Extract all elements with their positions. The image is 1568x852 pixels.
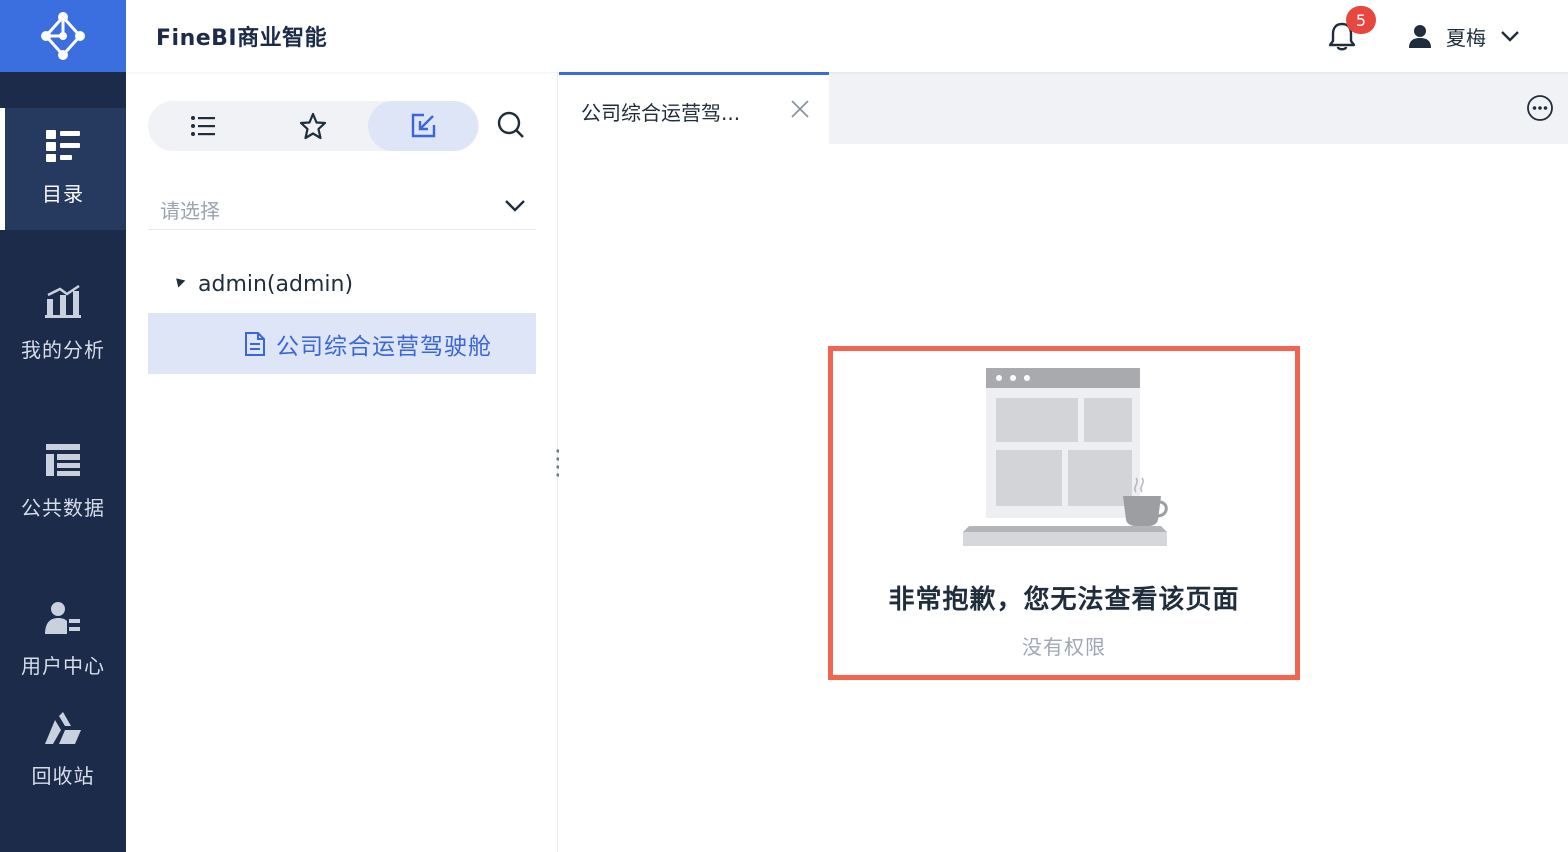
nav-item-label: 公共数据	[21, 496, 105, 520]
nav-item-catalog[interactable]: 目录	[0, 108, 126, 230]
analysis-chart-icon	[43, 282, 83, 322]
top-header: FineBI商业智能 5 夏梅	[126, 0, 1568, 72]
list-view-button[interactable]	[148, 101, 258, 151]
nav-item-recycle-bin[interactable]: 回收站	[0, 708, 126, 789]
user-menu[interactable]: 夏梅	[1408, 22, 1520, 50]
recycle-icon	[43, 708, 83, 748]
user-center-icon	[43, 598, 83, 638]
list-icon	[191, 116, 215, 136]
created-view-button[interactable]	[368, 101, 478, 151]
more-dots-icon	[1527, 95, 1553, 121]
nav-item-my-analysis[interactable]: 我的分析	[0, 282, 126, 363]
side-nav-rail: 目录 我的分析 公共数据 用户中心 回收站	[0, 0, 126, 852]
user-icon	[1409, 25, 1431, 48]
tab-bar: 公司综合运营驾...	[559, 72, 1568, 144]
favorites-view-button[interactable]	[258, 101, 368, 151]
app-title: FineBI商业智能	[156, 26, 328, 51]
catalog-icon	[43, 126, 83, 166]
user-name: 夏梅	[1446, 25, 1486, 50]
more-options-button[interactable]	[1526, 94, 1554, 122]
nav-item-label: 我的分析	[21, 338, 105, 362]
nav-item-user-center[interactable]: 用户中心	[0, 598, 126, 679]
star-icon	[299, 112, 327, 140]
document-icon	[245, 331, 265, 356]
no-access-illustration	[963, 368, 1168, 546]
logo-icon	[41, 12, 85, 60]
nav-item-label: 目录	[42, 182, 84, 206]
tab-dashboard[interactable]: 公司综合运营驾...	[559, 72, 829, 144]
caret-expanded-icon	[172, 274, 186, 288]
no-permission-notice: 非常抱歉，您无法查看该页面 没有权限	[828, 346, 1300, 680]
tree-node-label: admin(admin)	[198, 271, 354, 297]
select-placeholder: 请选择	[160, 199, 220, 223]
notification-count-badge: 5	[1346, 6, 1376, 34]
tree-item-dashboard[interactable]: 公司综合运营驾驶舱	[148, 313, 536, 374]
directory-select[interactable]: 请选择	[148, 187, 536, 230]
chevron-down-icon	[1501, 31, 1519, 42]
nav-item-public-data[interactable]: 公共数据	[0, 440, 126, 521]
nav-item-label: 用户中心	[21, 654, 105, 678]
search-icon	[497, 111, 524, 138]
notice-subtitle: 没有权限	[1022, 635, 1106, 659]
view-switcher	[148, 101, 479, 151]
tree-item-label: 公司综合运营驾驶舱	[276, 333, 492, 360]
public-data-icon	[43, 440, 83, 480]
notice-title: 非常抱歉，您无法查看该页面	[888, 585, 1240, 615]
search-button[interactable]	[494, 108, 528, 142]
app-logo[interactable]	[0, 0, 126, 72]
close-icon[interactable]	[789, 98, 811, 120]
chevron-down-icon	[505, 200, 525, 212]
edit-square-icon	[411, 113, 436, 138]
tab-label: 公司综合运营驾...	[581, 101, 741, 125]
tree-node-admin[interactable]: admin(admin)	[148, 260, 536, 308]
nav-item-label: 回收站	[31, 764, 95, 788]
directory-panel: 请选择 admin(admin) 公司综合运营驾驶舱	[126, 72, 558, 852]
content-area: 非常抱歉，您无法查看该页面 没有权限	[559, 144, 1568, 852]
